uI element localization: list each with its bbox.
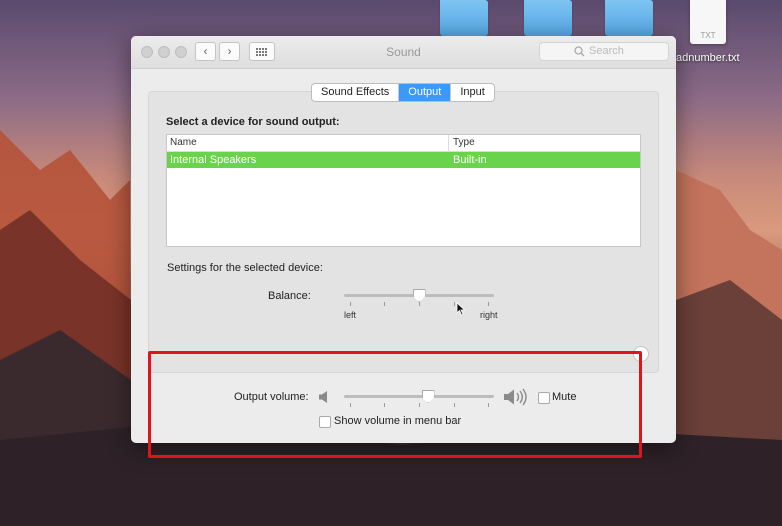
slider-tick [384, 302, 385, 306]
slider-tick [419, 302, 420, 306]
column-header-name[interactable]: Name [170, 137, 197, 148]
desktop-folder-icon[interactable] [440, 0, 488, 36]
settings-label: Settings for the selected device: [167, 262, 323, 274]
balance-right-label: right [480, 310, 498, 320]
desktop-file-label[interactable]: adnumber.txt [676, 52, 740, 64]
table-header: Name Type [167, 135, 640, 152]
slider-tick [454, 302, 455, 306]
balance-left-label: left [344, 310, 357, 320]
device-type: Built-in [453, 154, 487, 166]
titlebar: ‹ › Sound Search [131, 36, 676, 69]
tab-bar: Sound Effects Output Input [311, 83, 495, 102]
search-icon [574, 46, 585, 57]
search-field[interactable]: Search [539, 42, 669, 61]
tab-sound-effects[interactable]: Sound Effects [312, 84, 400, 101]
slider-tick [350, 302, 351, 306]
desktop-folder-icon[interactable] [524, 0, 572, 36]
tab-input[interactable]: Input [451, 84, 493, 101]
file-type-badge: TXT [700, 31, 716, 40]
balance-label: Balance: [268, 290, 311, 302]
column-divider [448, 135, 449, 151]
device-name: Internal Speakers [170, 154, 257, 166]
tab-output[interactable]: Output [399, 84, 452, 101]
desktop-folder-icon[interactable] [605, 0, 653, 36]
mouse-cursor-icon [456, 302, 466, 316]
section-title: Select a device for sound output: [166, 116, 340, 128]
table-row[interactable]: Internal Speakers Built-in [167, 152, 640, 168]
desktop-text-file-icon[interactable]: TXT [690, 0, 726, 44]
slider-tick [488, 302, 489, 306]
balance-slider-knob[interactable] [412, 289, 426, 302]
annotation-highlight-box [148, 351, 642, 458]
column-header-type[interactable]: Type [453, 137, 475, 148]
device-table[interactable]: Name Type Internal Speakers Built-in [166, 134, 641, 247]
balance-slider[interactable] [344, 288, 494, 310]
